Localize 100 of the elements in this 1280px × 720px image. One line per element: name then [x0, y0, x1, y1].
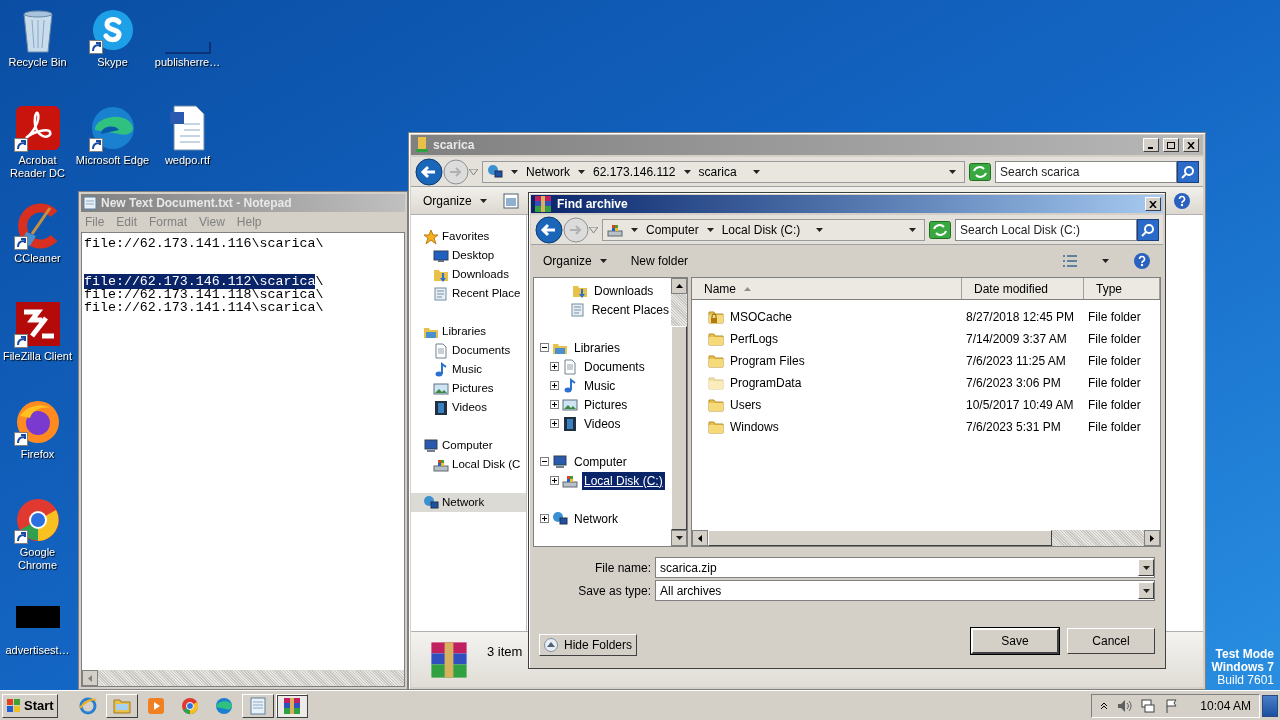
column-header[interactable]: Name	[692, 278, 962, 299]
help-icon[interactable]	[1133, 252, 1151, 270]
maximize-button[interactable]	[1163, 138, 1179, 152]
scroll-up-icon[interactable]	[675, 284, 683, 288]
show-desktop-button[interactable]	[1262, 694, 1278, 717]
file-name[interactable]: MSOCache	[730, 308, 793, 326]
expand-toggle[interactable]	[550, 362, 559, 371]
caret-icon[interactable]	[479, 198, 487, 203]
breadcrumb-item[interactable]: Local Disk (C:)	[721, 220, 801, 239]
nav-item[interactable]: Documents	[411, 341, 526, 360]
chevron-up-icon[interactable]	[1100, 701, 1109, 710]
tree-item[interactable]: Videos	[582, 414, 623, 433]
back-button[interactable]	[535, 215, 563, 244]
expand-toggle[interactable]	[550, 476, 559, 485]
history-caret-icon[interactable]	[589, 226, 598, 233]
scroll-right-icon[interactable]	[1150, 534, 1154, 542]
refresh-button[interactable]	[969, 162, 991, 181]
organize-button[interactable]: Organize	[423, 191, 487, 210]
back-button[interactable]	[415, 157, 443, 186]
nav-item[interactable]: Recent Place	[411, 284, 526, 303]
breadcrumb-item[interactable]: Computer	[646, 220, 699, 239]
view-options-icon[interactable]	[1062, 254, 1078, 268]
tree-item[interactable]: Network	[572, 509, 620, 528]
horizontal-scrollbar[interactable]	[82, 670, 404, 686]
address-dropdown-icon[interactable]	[909, 227, 916, 232]
organize-button[interactable]: Organize	[543, 252, 607, 270]
tree-item[interactable]: Recent Places	[589, 300, 671, 319]
nav-item[interactable]: Local Disk (C	[411, 455, 526, 474]
vertical-scrollbar[interactable]	[671, 278, 687, 546]
nav-item[interactable]: Pictures	[411, 379, 526, 398]
expand-toggle[interactable]	[550, 419, 559, 428]
help-icon[interactable]	[1173, 191, 1191, 210]
file-name[interactable]: ProgramData	[730, 374, 802, 392]
breadcrumb-item[interactable]: Network	[526, 162, 570, 181]
caret-icon[interactable]	[1102, 259, 1109, 263]
file-name[interactable]: Windows	[730, 418, 779, 436]
horizontal-scrollbar[interactable]	[692, 530, 1160, 546]
view-icon[interactable]	[502, 192, 519, 209]
nav-item[interactable]: Libraries	[411, 322, 526, 341]
cancel-button[interactable]: Cancel	[1067, 628, 1155, 654]
desktop-icon-label[interactable]: Acrobat Reader DC	[0, 154, 75, 180]
address-bar[interactable]: Computer Local Disk (C:)	[602, 218, 925, 241]
collapse-toggle[interactable]	[540, 457, 549, 466]
search-button[interactable]	[1137, 218, 1159, 241]
save-button[interactable]: Save	[971, 628, 1059, 654]
breadcrumb-item[interactable]: 62.173.146.112	[593, 162, 676, 181]
desktop-icon-label[interactable]: Microsoft Edge	[75, 154, 150, 167]
taskbar-button[interactable]	[105, 693, 138, 718]
breadcrumb-caret-icon[interactable]	[816, 227, 824, 232]
desktop-icon-label[interactable]: Skype	[75, 56, 150, 69]
browser-icon[interactable]	[77, 695, 98, 716]
combo-box[interactable]: scarica.zip	[655, 557, 1155, 578]
search-button[interactable]	[1177, 160, 1199, 183]
browser-icon[interactable]	[179, 695, 200, 716]
caret-icon[interactable]	[599, 259, 607, 263]
close-button[interactable]	[1183, 138, 1199, 152]
breadcrumb-caret-icon[interactable]	[683, 169, 691, 174]
desktop-icon-label[interactable]: Google Chrome	[0, 546, 75, 572]
collapse-toggle[interactable]	[540, 343, 549, 352]
taskbar-button[interactable]	[275, 693, 308, 718]
desktop-icon-label[interactable]: Firefox	[0, 448, 75, 461]
file-name[interactable]: Program Files	[730, 352, 805, 370]
address-dropdown-icon[interactable]	[949, 169, 956, 174]
browser-icon[interactable]	[213, 695, 234, 716]
breadcrumb-caret-icon[interactable]	[578, 169, 585, 174]
nav-item[interactable]: Network	[411, 493, 526, 512]
scroll-left-icon[interactable]	[698, 534, 702, 542]
desktop-icon-label[interactable]: CCleaner	[0, 252, 75, 265]
file-name[interactable]: PerfLogs	[730, 330, 779, 348]
hide-folders-button[interactable]: Hide Folders	[539, 634, 638, 656]
taskbar-button[interactable]	[241, 693, 274, 718]
file-name[interactable]: Users	[730, 396, 762, 414]
nav-item[interactable]: Computer	[411, 436, 526, 455]
desktop-icon-label[interactable]: Recycle Bin	[0, 56, 75, 69]
nav-item[interactable]: Desktop	[411, 246, 526, 265]
column-header[interactable]: Type	[1084, 278, 1160, 299]
column-header[interactable]: Date modified	[962, 278, 1084, 299]
expand-toggle[interactable]	[550, 400, 559, 409]
tree-item[interactable]: Libraries	[572, 338, 623, 357]
tree-item[interactable]: Computer	[572, 452, 629, 471]
nav-item[interactable]: Favorites	[411, 227, 526, 246]
tree-item[interactable]: Pictures	[582, 395, 630, 414]
search-field[interactable]: Search Local Disk (C:)	[955, 218, 1137, 241]
new-folder-button[interactable]: New folder	[630, 252, 689, 270]
desktop-icon-label[interactable]: FileZilla Client	[0, 350, 75, 363]
media-player-icon[interactable]	[145, 695, 166, 716]
start-button[interactable]: Start	[2, 693, 58, 718]
breadcrumb-caret-icon[interactable]	[511, 169, 518, 174]
breadcrumb-item[interactable]: scarica	[698, 162, 737, 181]
tree-item[interactable]: Music	[582, 376, 618, 395]
tree-item[interactable]: Downloads	[592, 281, 656, 300]
close-button[interactable]	[1145, 197, 1161, 211]
archive-icon[interactable]	[533, 194, 553, 214]
expand-toggle[interactable]	[550, 381, 559, 390]
desktop-icon-label[interactable]: publisherre…	[150, 56, 225, 69]
breadcrumb-caret-icon[interactable]	[706, 227, 714, 232]
archive-icon[interactable]	[281, 695, 302, 716]
scroll-down-icon[interactable]	[675, 536, 683, 540]
network-icon[interactable]	[1140, 697, 1157, 714]
refresh-button[interactable]	[929, 220, 951, 239]
